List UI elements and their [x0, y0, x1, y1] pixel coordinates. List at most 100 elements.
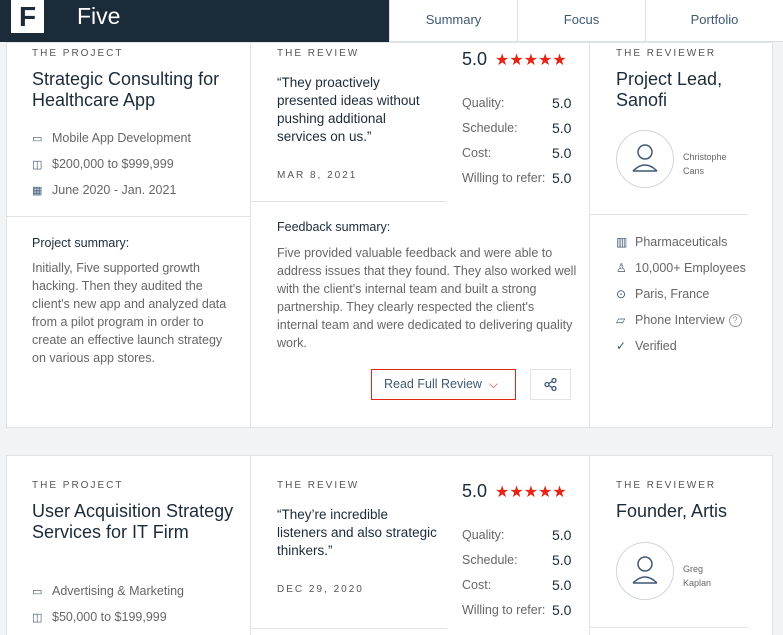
rating-label-cost: Cost:: [462, 578, 492, 592]
review-column: THE REVIEW “They’re incredible listeners…: [251, 456, 590, 635]
share-icon: [544, 377, 557, 392]
employees-line: ♙ 10,000+ Employees: [616, 261, 746, 275]
read-full-review-button[interactable]: Read Full Review ⌵: [371, 369, 516, 400]
monitor-icon: ▭: [32, 586, 43, 598]
reviewer-first-name: Greg: [683, 564, 704, 574]
reviewer-column: THE REVIEWER Founder, Artis Greg Kaplan: [590, 456, 774, 635]
monitor-icon: ▭: [32, 133, 43, 145]
reviewer-name: Christophe Cans: [683, 150, 743, 178]
price-tag-icon: ◫: [32, 159, 43, 171]
building-icon: ▥: [616, 235, 628, 249]
rating-label-quality: Quality:: [462, 96, 505, 110]
budget-line: ◫ $200,000 to $999,999: [32, 157, 174, 171]
rating-value-cost: 5.0: [552, 577, 572, 593]
star-rating: ★★★★★: [495, 484, 567, 501]
chat-bubble-icon: ▱: [616, 313, 626, 327]
rating-value-quality: 5.0: [552, 95, 572, 111]
project-summary: Initially, Five supported growth hacking…: [32, 261, 227, 365]
review-date: MAR 8, 2021: [277, 170, 358, 181]
reviewer-title: Founder, Artis: [616, 501, 728, 521]
rating-value-schedule: 5.0: [552, 120, 572, 136]
tab-focus[interactable]: Focus: [517, 0, 645, 42]
rating-label-cost: Cost:: [462, 146, 492, 160]
rating-value-refer: 5.0: [552, 602, 572, 618]
rating-value-schedule: 5.0: [552, 552, 572, 568]
review-caption: THE REVIEW: [277, 48, 360, 59]
review-caption: THE REVIEW: [277, 480, 360, 491]
project-column: THE PROJECT User Acquisition Strategy Se…: [7, 456, 251, 635]
rating-label-schedule: Schedule:: [462, 121, 518, 135]
location-text: Paris, France: [635, 287, 710, 301]
dates-text: June 2020 - Jan. 2021: [52, 183, 177, 197]
review-quote: “They’re incredible listeners and also s…: [277, 507, 437, 558]
read-full-review-label: Read Full Review: [384, 377, 482, 391]
service-line: ▭ Advertising & Marketing: [32, 584, 184, 598]
feedback-summary: Five provided valuable feedback and were…: [277, 246, 577, 350]
rating-value-quality: 5.0: [552, 527, 572, 543]
reviewer-first-name: Christophe: [683, 152, 727, 162]
company-name: Five: [77, 3, 121, 29]
reviewer-last-name: Cans: [683, 166, 705, 176]
brand-header: F Five: [0, 0, 389, 42]
reviewer-caption: THE REVIEWER: [616, 480, 717, 491]
top-bar: F Five Summary Focus Portfolio: [0, 0, 783, 42]
rating-label-refer: Willing to refer:: [462, 171, 546, 185]
summary-label: Project summary:: [32, 236, 130, 250]
budget-text: $50,000 to $199,999: [52, 610, 167, 624]
project-caption: THE PROJECT: [32, 48, 124, 59]
divider: [251, 628, 447, 629]
tab-portfolio[interactable]: Portfolio: [645, 0, 783, 42]
tab-summary[interactable]: Summary: [389, 0, 517, 42]
review-date: DEC 29, 2020: [277, 584, 364, 595]
star-rating: ★★★★★: [495, 52, 567, 69]
employees-text: 10,000+ Employees: [635, 261, 746, 275]
service-line: ▭ Mobile App Development: [32, 131, 191, 145]
calendar-icon: ▦: [32, 185, 43, 197]
share-button[interactable]: [530, 369, 571, 400]
project-caption: THE PROJECT: [32, 480, 124, 491]
project-title: User Acquisition Strategy Services for I…: [32, 501, 234, 542]
help-icon[interactable]: ?: [728, 314, 742, 327]
reviewer-column: THE REVIEWER Project Lead, Sanofi Christ…: [590, 43, 774, 427]
rating-label-refer: Willing to refer:: [462, 603, 546, 617]
person-avatar-icon: [632, 144, 658, 172]
industry-text: Pharmaceuticals: [635, 235, 728, 249]
divider: [7, 216, 251, 217]
reviewer-title: Project Lead, Sanofi: [616, 69, 723, 110]
company-logo: F: [11, 0, 44, 33]
industry-line: ▥ Pharmaceuticals: [616, 235, 727, 249]
person-avatar-icon: [632, 556, 658, 584]
verified-line: ✓ Verified: [616, 339, 677, 353]
review-card: THE PROJECT User Acquisition Strategy Se…: [6, 455, 773, 635]
reviewer-name: Greg Kaplan: [683, 562, 743, 590]
dates-line: ▦ June 2020 - Jan. 2021: [32, 183, 176, 197]
divider: [590, 214, 748, 215]
project-title: Strategic Consulting for Healthcare App: [32, 69, 220, 110]
chevron-down-icon: ⌵: [488, 377, 498, 391]
budget-line: ◫ $50,000 to $199,999: [32, 610, 167, 624]
price-tag-icon: ◫: [32, 612, 43, 624]
overall-rating: 5.0: [462, 49, 488, 69]
interview-line: ▱ Phone Interview?: [616, 313, 742, 327]
location-pin-icon: ⊙: [616, 287, 627, 301]
rating-value-refer: 5.0: [552, 170, 572, 186]
interview-text: Phone Interview: [635, 313, 725, 327]
person-icon: ♙: [616, 261, 627, 275]
location-line: ⊙ Paris, France: [616, 287, 709, 301]
avatar: [616, 542, 674, 600]
verified-text: Verified: [635, 339, 677, 353]
rating-value-cost: 5.0: [552, 145, 572, 161]
check-circle-icon: ✓: [616, 339, 627, 353]
avatar: [616, 130, 674, 188]
service-text: Advertising & Marketing: [52, 584, 185, 598]
feedback-label: Feedback summary:: [277, 220, 391, 234]
budget-text: $200,000 to $999,999: [52, 157, 174, 171]
divider: [590, 627, 748, 628]
rating-label-quality: Quality:: [462, 528, 505, 542]
review-quote: “They proactively presented ideas withou…: [277, 75, 420, 144]
reviewer-caption: THE REVIEWER: [616, 48, 717, 59]
project-column: THE PROJECT Strategic Consulting for Hea…: [7, 43, 251, 427]
overall-rating: 5.0: [462, 481, 488, 501]
rating-label-schedule: Schedule:: [462, 553, 518, 567]
divider: [251, 201, 447, 202]
